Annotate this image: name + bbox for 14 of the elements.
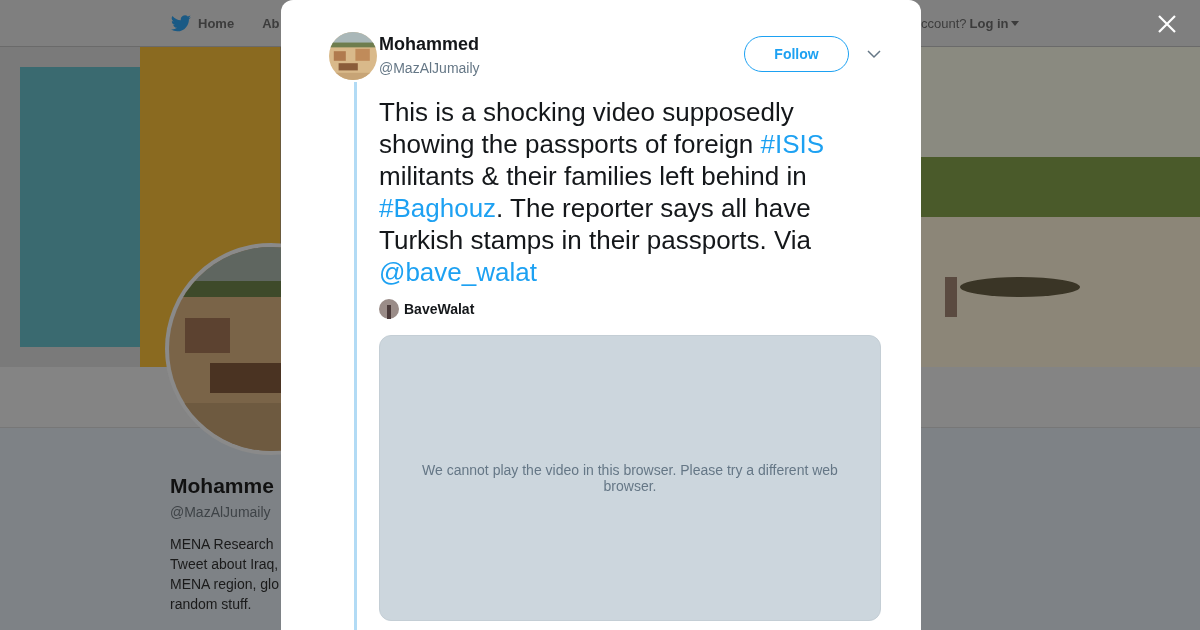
video-message: We cannot play the video in this browser. Please try a different web browser. — [421, 462, 839, 494]
video-player[interactable]: We cannot play the video in this browser. Please try a different web browser. — [379, 335, 881, 621]
nav-link[interactable]: Home — [198, 15, 235, 31]
profile-name: Mohamme — [170, 474, 275, 498]
bio-text: MENA region, glo — [170, 575, 280, 594]
caret-icon — [1010, 20, 1019, 26]
nav-link[interactable]: Ab — [262, 15, 280, 31]
bio-text: random stuff. — [170, 595, 253, 614]
bio-text: Tweet about Iraq, — [170, 555, 280, 574]
account-prompt: ccount? — [921, 15, 967, 31]
bio-text: MENA Research — [170, 535, 275, 554]
login-link[interactable]: Log in — [969, 15, 1019, 31]
profile-handle: @MazAlJumaily — [170, 504, 272, 520]
close-icon[interactable] — [1158, 15, 1176, 33]
